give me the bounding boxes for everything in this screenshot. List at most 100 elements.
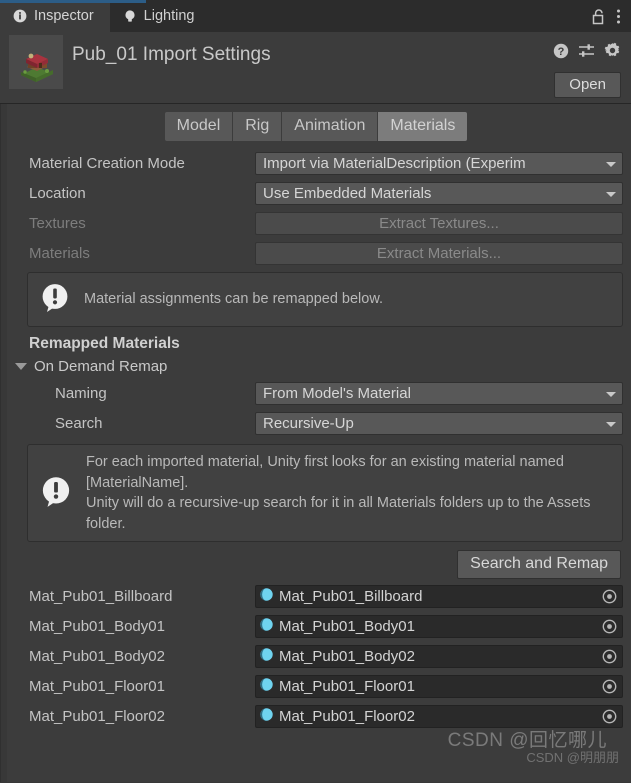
search-field: Recursive-Up bbox=[255, 412, 623, 435]
info-bubble-icon bbox=[38, 474, 74, 513]
search-label: Search bbox=[55, 415, 103, 432]
material-object-field[interactable]: Mat_Pub01_Floor01 bbox=[255, 674, 623, 698]
tab-lighting-label: Lighting bbox=[143, 8, 195, 24]
material-object-field[interactable]: Mat_Pub01_Body01 bbox=[255, 614, 623, 638]
on-demand-remap-foldout[interactable]: On Demand Remap bbox=[1, 353, 631, 377]
kebab-menu-icon[interactable] bbox=[616, 8, 621, 25]
object-picker-icon[interactable] bbox=[601, 678, 620, 695]
material-object-field[interactable]: Mat_Pub01_Body02 bbox=[255, 644, 623, 668]
tab-inspector[interactable]: Inspector bbox=[0, 0, 110, 32]
material-sphere-icon bbox=[259, 587, 274, 605]
tab-model[interactable]: Model bbox=[164, 112, 234, 141]
lightbulb-icon bbox=[123, 9, 137, 24]
open-button[interactable]: Open bbox=[554, 72, 621, 98]
table-row: Mat_Pub01_Body02 Mat_Pub01_Body02 bbox=[1, 643, 631, 669]
asset-header: Pub_01 Import Settings ? Open bbox=[0, 32, 631, 104]
tab-rig[interactable]: Rig bbox=[233, 112, 283, 141]
preset-sliders-icon[interactable] bbox=[578, 43, 595, 59]
search-and-remap-button[interactable]: Search and Remap bbox=[457, 550, 621, 580]
material-sphere-icon bbox=[259, 707, 274, 725]
svg-text:?: ? bbox=[558, 46, 565, 58]
tab-inspector-label: Inspector bbox=[34, 8, 94, 24]
row-textures: Textures Extract Textures... bbox=[1, 211, 631, 236]
triangle-down-icon bbox=[15, 363, 27, 370]
page-title: Pub_01 Import Settings bbox=[72, 44, 271, 65]
table-row: Mat_Pub01_Billboard Mat_Pub01_Billboard bbox=[1, 583, 631, 609]
textures-field: Extract Textures... bbox=[255, 212, 623, 235]
model-thumbnail[interactable] bbox=[9, 35, 63, 89]
tab-lighting[interactable]: Lighting bbox=[109, 0, 211, 32]
textures-label: Textures bbox=[29, 215, 86, 232]
material-source-name: Mat_Pub01_Floor01 bbox=[29, 677, 165, 695]
left-edge-strip bbox=[1, 104, 7, 782]
remap-help-box: For each imported material, Unity first … bbox=[27, 444, 623, 543]
object-picker-icon[interactable] bbox=[601, 618, 620, 635]
row-naming: Naming From Model's Material bbox=[1, 381, 631, 406]
window-tab-bar: Inspector Lighting bbox=[0, 0, 631, 32]
search-remap-button-row: Search and Remap bbox=[1, 542, 631, 583]
materials-label: Materials bbox=[29, 245, 90, 262]
material-sphere-icon bbox=[259, 677, 274, 695]
material-source-name: Mat_Pub01_Floor02 bbox=[29, 707, 165, 725]
unity-inspector-window: Inspector Lighting Pub_01 Import Setting… bbox=[0, 0, 631, 783]
extract-materials-button[interactable]: Extract Materials... bbox=[255, 242, 623, 265]
on-demand-remap-label: On Demand Remap bbox=[34, 358, 168, 375]
table-row: Mat_Pub01_Floor01 Mat_Pub01_Floor01 bbox=[1, 673, 631, 699]
chevron-down-icon bbox=[606, 191, 616, 197]
row-search: Search Recursive-Up bbox=[1, 411, 631, 436]
naming-value: From Model's Material bbox=[263, 385, 411, 402]
tab-materials[interactable]: Materials bbox=[378, 112, 468, 141]
material-creation-mode-dropdown[interactable]: Import via MaterialDescription (Experim bbox=[255, 152, 623, 175]
material-sphere-icon bbox=[259, 617, 274, 635]
active-tab-accent bbox=[0, 0, 146, 3]
naming-label: Naming bbox=[55, 385, 107, 402]
material-remap-list: Mat_Pub01_Billboard Mat_Pub01_Billboard … bbox=[1, 583, 631, 729]
material-source-name: Mat_Pub01_Body02 bbox=[29, 647, 165, 665]
material-sphere-icon bbox=[259, 647, 274, 665]
chevron-down-icon bbox=[606, 421, 616, 427]
row-materials: Materials Extract Materials... bbox=[1, 241, 631, 266]
material-assigned-name: Mat_Pub01_Billboard bbox=[279, 587, 423, 605]
help-question-icon[interactable]: ? bbox=[553, 43, 569, 59]
row-location: Location Use Embedded Materials bbox=[1, 181, 631, 206]
material-object-field[interactable]: Mat_Pub01_Billboard bbox=[255, 584, 623, 608]
chevron-down-icon bbox=[606, 391, 616, 397]
material-assigned-name: Mat_Pub01_Floor02 bbox=[279, 707, 415, 725]
info-help-text: Material assignments can be remapped bel… bbox=[84, 291, 384, 308]
header-icon-row: ? bbox=[553, 42, 621, 59]
material-creation-mode-label: Material Creation Mode bbox=[29, 155, 185, 172]
material-assigned-name: Mat_Pub01_Body01 bbox=[279, 617, 415, 635]
material-source-name: Mat_Pub01_Body01 bbox=[29, 617, 165, 635]
window-tab-controls bbox=[591, 0, 631, 32]
search-value: Recursive-Up bbox=[263, 415, 354, 432]
chevron-down-icon bbox=[606, 161, 616, 167]
watermark-secondary: CSDN @明朋朋 bbox=[526, 750, 619, 765]
location-value: Use Embedded Materials bbox=[263, 185, 432, 202]
inspector-body: Model Rig Animation Materials Material C… bbox=[0, 104, 631, 782]
tab-animation[interactable]: Animation bbox=[282, 112, 379, 141]
padlock-unlocked-icon[interactable] bbox=[591, 8, 606, 25]
object-picker-icon[interactable] bbox=[601, 708, 620, 725]
extract-textures-button[interactable]: Extract Textures... bbox=[255, 212, 623, 235]
materials-field: Extract Materials... bbox=[255, 242, 623, 265]
gear-icon[interactable] bbox=[604, 42, 621, 59]
naming-dropdown[interactable]: From Model's Material bbox=[255, 382, 623, 405]
location-dropdown[interactable]: Use Embedded Materials bbox=[255, 182, 623, 205]
info-circle-icon bbox=[13, 9, 27, 23]
material-assigned-name: Mat_Pub01_Floor01 bbox=[279, 677, 415, 695]
material-assigned-name: Mat_Pub01_Body02 bbox=[279, 647, 415, 665]
info-bubble-icon bbox=[38, 281, 72, 318]
remap-help-text: For each imported material, Unity first … bbox=[86, 454, 591, 532]
object-picker-icon[interactable] bbox=[601, 648, 620, 665]
importer-tab-group: Model Rig Animation Materials bbox=[1, 104, 631, 141]
remapped-materials-title: Remapped Materials bbox=[29, 335, 180, 352]
object-picker-icon[interactable] bbox=[601, 588, 620, 605]
material-source-name: Mat_Pub01_Billboard bbox=[29, 587, 173, 605]
location-label: Location bbox=[29, 185, 86, 202]
material-creation-mode-field: Import via MaterialDescription (Experim bbox=[255, 152, 623, 175]
search-dropdown[interactable]: Recursive-Up bbox=[255, 412, 623, 435]
row-material-creation-mode: Material Creation Mode Import via Materi… bbox=[1, 151, 631, 176]
info-help-box: Material assignments can be remapped bel… bbox=[27, 272, 623, 327]
naming-field: From Model's Material bbox=[255, 382, 623, 405]
location-field: Use Embedded Materials bbox=[255, 182, 623, 205]
